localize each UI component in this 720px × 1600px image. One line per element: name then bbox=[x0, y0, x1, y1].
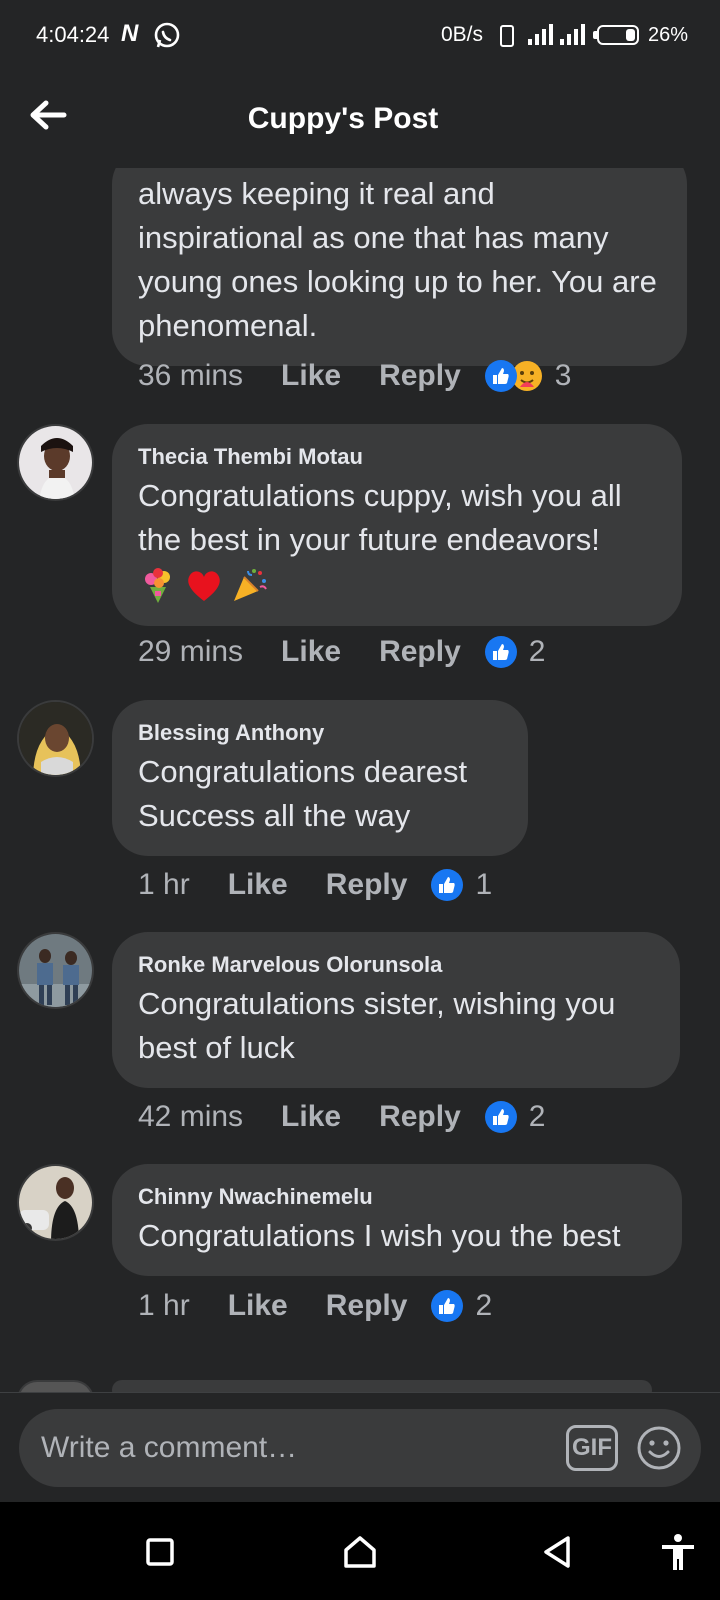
comment-text: Congratulations cuppy, wish you all the … bbox=[138, 478, 622, 557]
reactions-summary[interactable]: 2 bbox=[431, 1289, 492, 1323]
like-button[interactable]: Like bbox=[281, 359, 341, 393]
reactions-summary[interactable]: 1 bbox=[431, 868, 492, 902]
avatar[interactable] bbox=[17, 1164, 94, 1241]
like-button[interactable]: Like bbox=[228, 1289, 288, 1323]
comment-bubble[interactable] bbox=[112, 1380, 652, 1392]
comment-text: Congratulations sister, wishing you best… bbox=[138, 986, 616, 1065]
comment-text: always keeping it real and inspirational… bbox=[138, 176, 657, 343]
comment-bubble[interactable]: always keeping it real and inspirational… bbox=[112, 168, 687, 366]
avatar[interactable] bbox=[17, 700, 94, 777]
bouquet-emoji bbox=[138, 565, 178, 610]
comment-text: Congratulations dearest Success all the … bbox=[138, 754, 468, 833]
reaction-count: 3 bbox=[554, 359, 572, 392]
comment-time[interactable]: 36 mins bbox=[138, 359, 243, 393]
post-header: Cuppy's Post bbox=[0, 72, 720, 168]
gif-button[interactable]: GIF bbox=[566, 1425, 618, 1471]
signal-icon bbox=[528, 22, 554, 51]
status-bar: 4:04:24 N 0B/s 26% bbox=[0, 0, 720, 72]
reaction-count: 2 bbox=[475, 1289, 493, 1322]
comment-author[interactable]: Chinny Nwachinemelu bbox=[138, 1184, 656, 1210]
whatsapp-icon bbox=[153, 22, 181, 55]
party-popper-emoji bbox=[230, 565, 270, 610]
comment-bubble[interactable]: Thecia Thembi Motau Congratulations cupp… bbox=[112, 424, 682, 626]
netflix-n-icon: N bbox=[121, 20, 139, 47]
like-reaction-icon bbox=[431, 869, 464, 901]
reply-button[interactable]: Reply bbox=[326, 868, 408, 902]
comment-time[interactable]: 29 mins bbox=[138, 635, 243, 669]
like-reaction-icon bbox=[484, 636, 517, 668]
page-title: Cuppy's Post bbox=[247, 102, 439, 135]
comment-input-placeholder: Write a comment… bbox=[41, 1431, 298, 1464]
avatar[interactable] bbox=[17, 424, 94, 501]
comment-text: Congratulations I wish you the best bbox=[138, 1218, 621, 1253]
battery-percent: 26% bbox=[648, 24, 689, 46]
like-reaction-icon bbox=[484, 1101, 517, 1133]
comment-composer-bar: Write a comment… GIF bbox=[0, 1392, 720, 1502]
home-icon[interactable] bbox=[340, 1532, 380, 1572]
comment-actions: 42 mins Like Reply 2 bbox=[138, 1097, 545, 1137]
reactions-summary[interactable]: 2 bbox=[484, 635, 546, 669]
recents-square-icon[interactable] bbox=[140, 1532, 180, 1572]
comments-feed[interactable]: always keeping it real and inspirational… bbox=[0, 168, 720, 1392]
status-time: 4:04:24 bbox=[36, 22, 110, 47]
comment-actions: 29 mins Like Reply 2 bbox=[138, 632, 545, 672]
reply-button[interactable]: Reply bbox=[379, 635, 461, 669]
comment-time[interactable]: 42 mins bbox=[138, 1100, 243, 1134]
like-button[interactable]: Like bbox=[281, 635, 341, 669]
comment-actions: 1 hr Like Reply 1 bbox=[138, 865, 492, 905]
signal-icon-2 bbox=[560, 22, 588, 51]
battery-icon bbox=[597, 25, 639, 45]
reply-button[interactable]: Reply bbox=[326, 1289, 408, 1323]
vibrate-icon bbox=[500, 25, 514, 47]
comment-author[interactable]: Thecia Thembi Motau bbox=[138, 444, 656, 470]
comment-bubble[interactable]: Chinny Nwachinemelu Congratulations I wi… bbox=[112, 1164, 682, 1276]
like-button[interactable]: Like bbox=[228, 868, 288, 902]
reaction-count: 1 bbox=[475, 868, 493, 901]
network-speed: 0B/s bbox=[441, 23, 484, 46]
reactions-summary[interactable]: 2 bbox=[484, 1100, 546, 1134]
like-reaction-icon bbox=[484, 360, 517, 392]
comment-bubble[interactable]: Ronke Marvelous Olorunsola Congratulatio… bbox=[112, 932, 680, 1088]
comment-author[interactable]: Ronke Marvelous Olorunsola bbox=[138, 952, 654, 978]
system-nav-bar bbox=[0, 1502, 720, 1600]
comment-author[interactable]: Blessing Anthony bbox=[138, 720, 502, 746]
comment-time[interactable]: 1 hr bbox=[138, 868, 190, 902]
back-triangle-icon[interactable] bbox=[538, 1532, 578, 1572]
emoji-row bbox=[138, 566, 656, 608]
reply-button[interactable]: Reply bbox=[379, 1100, 461, 1134]
avatar[interactable] bbox=[17, 1380, 94, 1392]
comment-actions: 36 mins Like Reply 3 bbox=[138, 356, 571, 396]
reactions-summary[interactable]: 3 bbox=[484, 359, 572, 393]
emoji-picker-icon[interactable] bbox=[636, 1425, 682, 1471]
comment-actions: 1 hr Like Reply 2 bbox=[138, 1286, 492, 1326]
like-button[interactable]: Like bbox=[281, 1100, 341, 1134]
reaction-count: 2 bbox=[528, 635, 546, 668]
comment-input[interactable]: Write a comment… GIF bbox=[19, 1409, 701, 1487]
accessibility-icon[interactable] bbox=[658, 1532, 698, 1572]
comment-time[interactable]: 1 hr bbox=[138, 1289, 190, 1323]
reply-button[interactable]: Reply bbox=[379, 359, 461, 393]
heart-emoji bbox=[184, 565, 224, 610]
like-reaction-icon bbox=[431, 1290, 464, 1322]
reaction-count: 2 bbox=[528, 1100, 546, 1133]
comment-bubble[interactable]: Blessing Anthony Congratulations dearest… bbox=[112, 700, 528, 856]
avatar[interactable] bbox=[17, 932, 94, 1009]
